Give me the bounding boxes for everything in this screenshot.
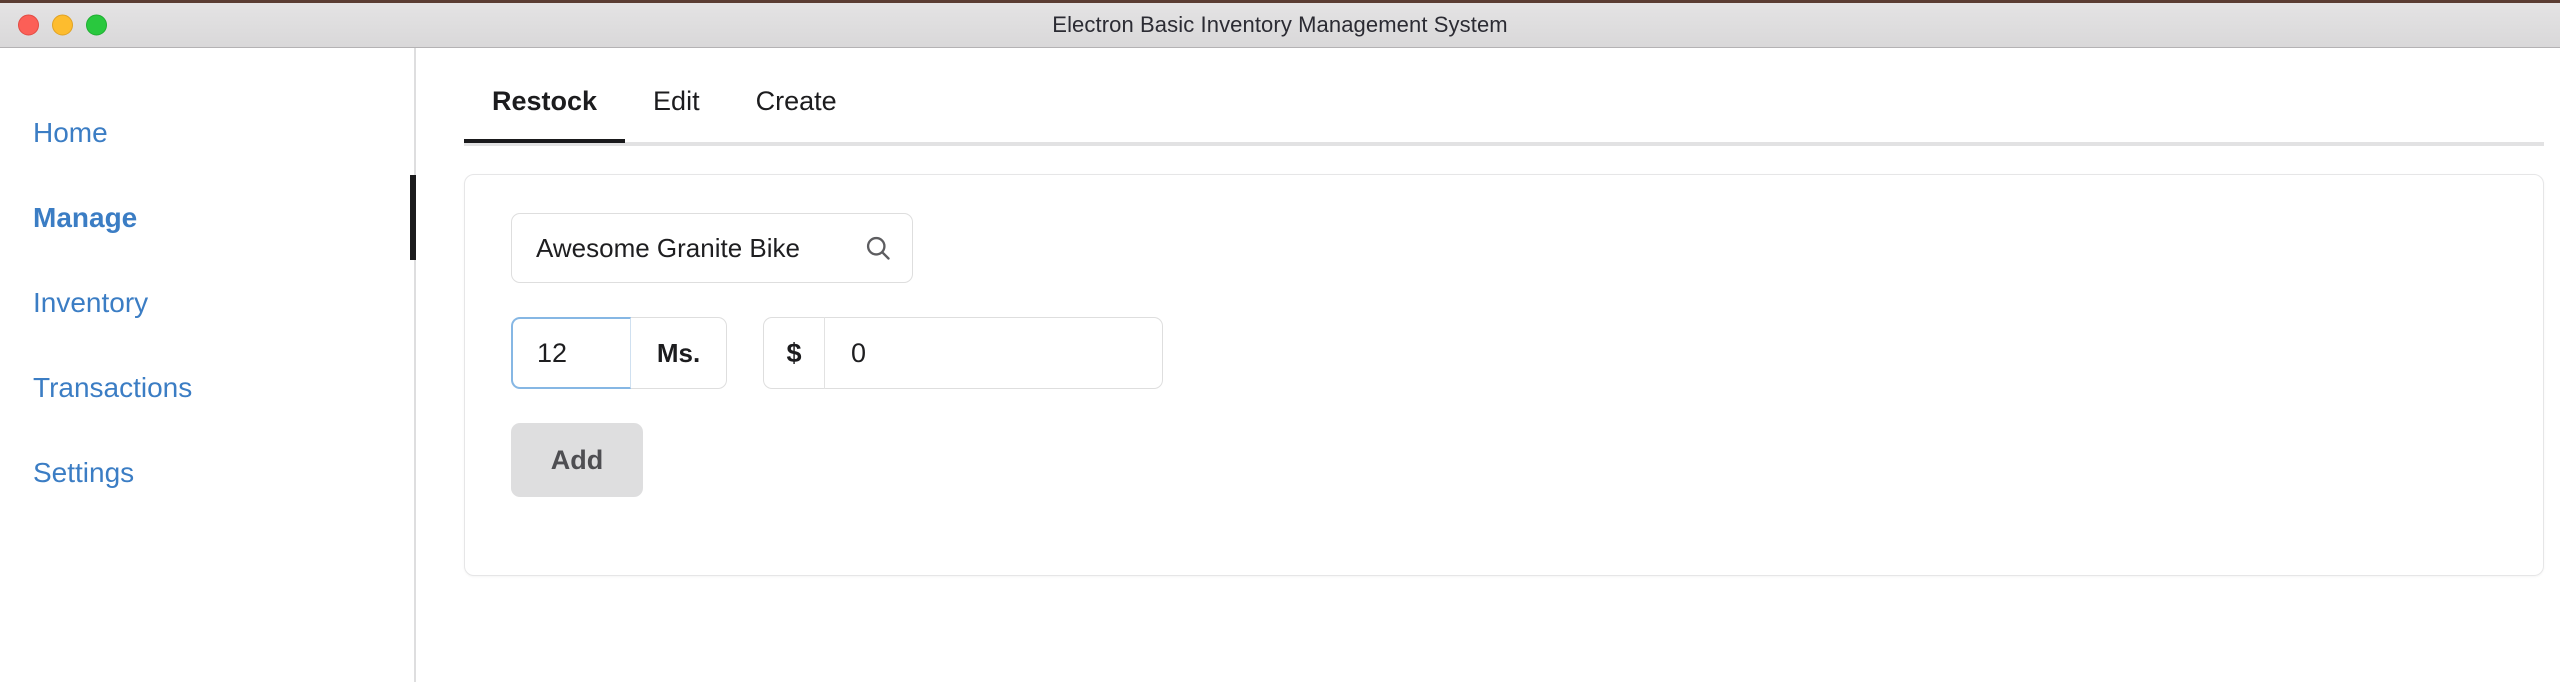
- sidebar-item-transactions[interactable]: Transactions: [0, 345, 414, 430]
- sidebar-item-label: Settings: [33, 456, 135, 488]
- tab-bar: Restock Edit Create: [464, 78, 2544, 146]
- search-icon[interactable]: [864, 234, 892, 262]
- sidebar-item-settings[interactable]: Settings: [0, 430, 414, 515]
- product-search-input[interactable]: [536, 232, 856, 264]
- restock-form-card: Ms. $ Add: [464, 174, 2544, 576]
- add-button[interactable]: Add: [511, 423, 643, 497]
- sidebar-item-manage[interactable]: Manage: [0, 175, 416, 260]
- sidebar-item-label: Inventory: [33, 286, 149, 318]
- tab-create[interactable]: Create: [728, 78, 865, 139]
- window-body: Home Manage Inventory Transactions Setti…: [0, 48, 2560, 682]
- close-button[interactable]: [18, 14, 39, 36]
- app-window: Electron Basic Inventory Management Syst…: [0, 0, 2560, 682]
- minimize-button[interactable]: [52, 14, 73, 36]
- sidebar-item-label: Manage: [33, 201, 138, 233]
- quantity-group: Ms.: [511, 317, 727, 389]
- window-titlebar: Electron Basic Inventory Management Syst…: [0, 0, 2560, 48]
- sidebar-item-home[interactable]: Home: [0, 90, 414, 175]
- quantity-price-row: Ms. $: [511, 317, 2497, 389]
- currency-symbol: $: [763, 317, 825, 389]
- sidebar-item-inventory[interactable]: Inventory: [0, 260, 414, 345]
- sidebar-item-label: Transactions: [33, 371, 193, 403]
- sidebar: Home Manage Inventory Transactions Setti…: [0, 48, 416, 682]
- unit-label: Ms.: [631, 317, 727, 389]
- price-group: $: [763, 317, 1163, 389]
- window-title: Electron Basic Inventory Management Syst…: [1052, 12, 1508, 37]
- main-content: Restock Edit Create Ms.: [416, 48, 2560, 682]
- price-input[interactable]: [825, 317, 1163, 389]
- window-controls: [18, 14, 107, 36]
- maximize-button[interactable]: [86, 14, 107, 36]
- quantity-input[interactable]: [511, 317, 631, 389]
- tab-edit[interactable]: Edit: [625, 78, 728, 139]
- tab-restock[interactable]: Restock: [464, 78, 626, 143]
- product-search-wrapper[interactable]: [511, 213, 913, 283]
- sidebar-item-label: Home: [33, 116, 108, 148]
